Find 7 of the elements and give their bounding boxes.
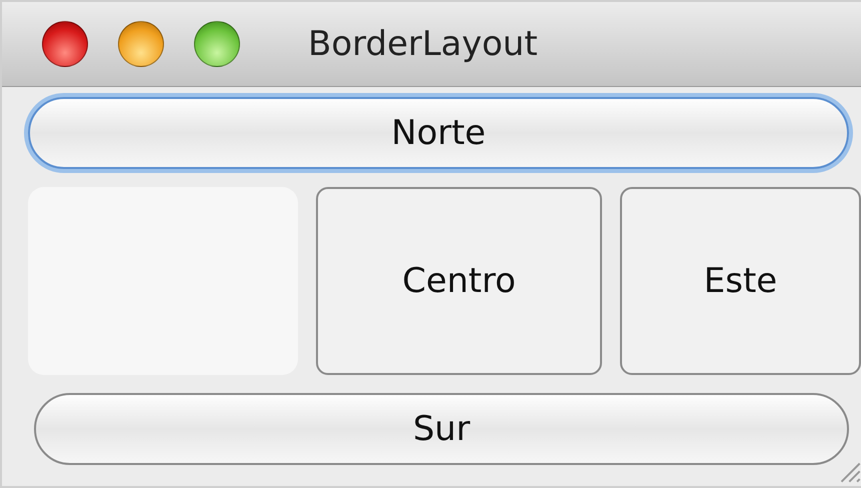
close-button[interactable] [42,21,88,67]
south-button[interactable]: Sur [34,393,849,465]
center-button[interactable]: Centro [316,187,602,375]
window-title: BorderLayout [308,24,538,64]
zoom-button[interactable] [194,21,240,67]
minimize-button[interactable] [118,21,164,67]
east-button[interactable]: Este [620,187,861,375]
